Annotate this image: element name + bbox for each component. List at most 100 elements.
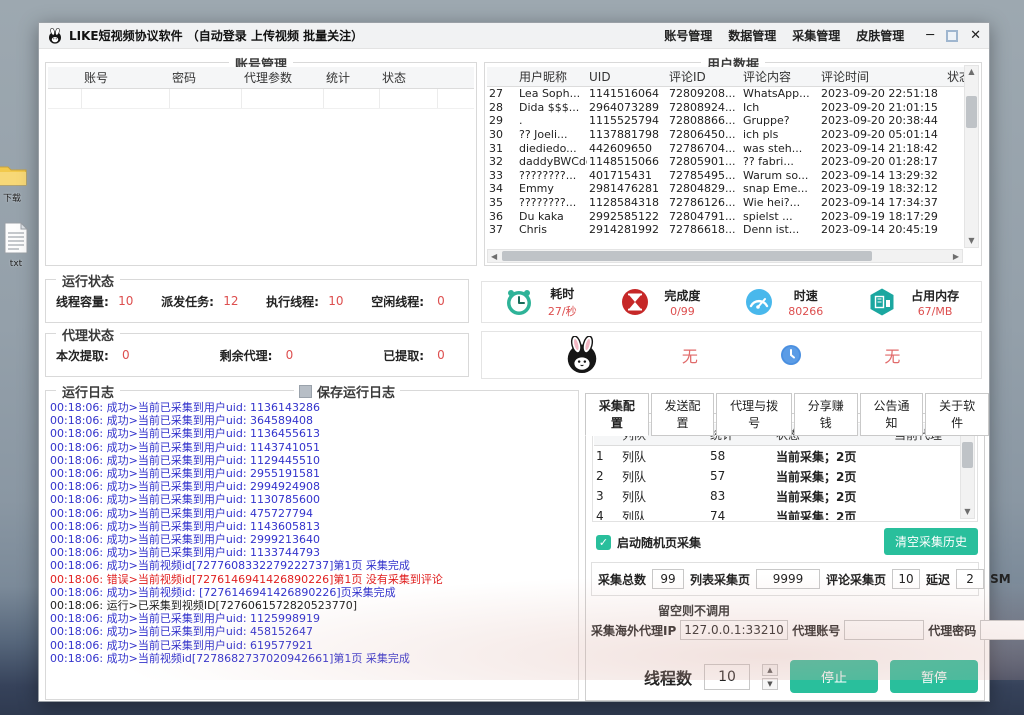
menu-item[interactable]: 采集管理	[792, 27, 840, 44]
scrollbar-thumb[interactable]	[966, 96, 977, 128]
extracted-total-label: 已提取:	[383, 347, 424, 364]
elapsed-stat: 耗时27/秒	[504, 285, 577, 319]
clock-icon	[504, 287, 534, 317]
col-status: 状态	[380, 69, 438, 86]
stop-button[interactable]: 停止	[790, 660, 878, 693]
log-line: 00:18:06: 成功>当前已采集到用户uid: 1136455613	[50, 427, 574, 440]
overseas-proxy-label: 采集海外代理IP	[591, 622, 676, 639]
config-tab[interactable]: 代理与拨号	[716, 393, 792, 436]
table-row[interactable]: 32 daddyBWCdom 1148515066 72805901... ??…	[487, 155, 964, 169]
col-stats: 统计	[324, 69, 380, 86]
speed-label: 时速	[788, 287, 823, 304]
table-row[interactable]: 37 Chris 2914281992 72786618... Denn ist…	[487, 223, 964, 237]
scroll-right-icon[interactable]: ▶	[950, 252, 962, 261]
user-data-panel: 用户数据 用户昵称 UID 评论ID 评论内容 评论时间 状态	[484, 62, 982, 266]
menubar: 账号管理数据管理采集管理皮肤管理	[664, 27, 904, 44]
app-logo-rabbit-icon	[47, 28, 63, 44]
col-account: 账号	[82, 69, 170, 86]
checkbox-checked-icon[interactable]: ✓	[596, 535, 611, 550]
hourglass-icon	[620, 287, 650, 317]
menu-item[interactable]: 账号管理	[664, 27, 712, 44]
config-tab[interactable]: 关于软件	[925, 393, 989, 436]
proxy-none-right: 无	[884, 343, 900, 367]
spin-up-icon[interactable]: ▲	[762, 664, 778, 676]
maximize-button[interactable]	[946, 30, 958, 42]
scroll-down-icon[interactable]: ▼	[968, 235, 974, 247]
proxy-password-label: 代理密码	[928, 622, 976, 639]
table-row[interactable]: 1 列队 58 当前采集；2页	[594, 446, 961, 466]
log-line: 00:18:06: 成功>当前已采集到用户uid: 1143741051	[50, 441, 574, 454]
config-tab[interactable]: 分享赚钱	[794, 393, 858, 436]
table-row[interactable]: 28 Dida $$$... 2964073289 72808924... Ic…	[487, 101, 964, 115]
horizontal-scrollbar[interactable]: ◀ ▶	[487, 249, 963, 263]
thread-capacity-value: 10	[109, 294, 143, 308]
table-row[interactable]: 34 Emmy 2981476281 72804829... snap Eme.…	[487, 182, 964, 196]
log-line: 00:18:06: 成功>当前已采集到用户uid: 1136143286	[50, 401, 574, 414]
text-file-icon	[3, 222, 29, 254]
vertical-scrollbar[interactable]: ▲ ▼	[964, 65, 979, 248]
log-area: 00:18:06: 成功>当前已采集到用户uid: 113614328600:1…	[50, 401, 574, 695]
leave-blank-hint: 留空则不调用	[658, 602, 730, 619]
collect-total-input[interactable]	[652, 569, 684, 589]
queue-table-body: 1 列队 58 当前采集；2页 2 列队 57	[594, 446, 961, 520]
proxy-account-input[interactable]	[844, 620, 924, 640]
overseas-proxy-input[interactable]	[680, 620, 788, 640]
collect-total-label: 采集总数	[598, 571, 646, 588]
thread-capacity-label: 线程容量:	[56, 293, 109, 310]
run-status-title: 运行状态	[56, 271, 120, 290]
table-row[interactable]: 27 Lea Soph... 1141516064 72809208... Wh…	[487, 87, 964, 101]
config-tab[interactable]: 公告通知	[860, 393, 924, 436]
extracted-total-value: 0	[424, 348, 458, 362]
table-row[interactable]: 35 ????????... 1128584318 72786126... Wi…	[487, 196, 964, 210]
save-log-checkbox[interactable]: 保存运行日志	[294, 382, 400, 401]
scroll-up-icon[interactable]: ▲	[968, 66, 974, 78]
log-panel-title: 运行日志	[56, 382, 120, 401]
proxy-account-label: 代理账号	[792, 622, 840, 639]
menu-item[interactable]: 皮肤管理	[856, 27, 904, 44]
idle-threads-label: 空闲线程:	[371, 293, 424, 310]
pause-button[interactable]: 暂停	[890, 660, 978, 693]
table-row[interactable]: 33 ????????... 401715431 72785495... War…	[487, 169, 964, 183]
remaining-proxy-value: 0	[272, 348, 306, 362]
desktop-icon-txt[interactable]: txt	[0, 222, 36, 269]
thread-count-stepper[interactable]: ▲ ▼	[762, 664, 778, 690]
scrollbar-thumb[interactable]	[502, 251, 872, 261]
config-panel: 列队 统计 状态 当前代理 1 列队 58	[585, 413, 985, 701]
config-tab[interactable]: 采集配置	[585, 393, 649, 436]
table-row[interactable]: 4 列队 74 当前采集；2页	[594, 506, 961, 520]
table-row[interactable]: 2 列队 57 当前采集；2页	[594, 466, 961, 486]
desktop-icon-download[interactable]: 下载	[0, 162, 32, 204]
col-proxy-params: 代理参数	[242, 69, 324, 86]
list-pages-input[interactable]	[756, 569, 820, 589]
delay-input[interactable]	[956, 569, 984, 589]
desktop-icon-label: txt	[0, 259, 36, 269]
comment-pages-input[interactable]	[892, 569, 920, 589]
spin-down-icon[interactable]: ▼	[762, 678, 778, 690]
checkbox-unchecked-icon[interactable]	[299, 385, 312, 398]
config-tab[interactable]: 发送配置	[651, 393, 715, 436]
scroll-down-icon[interactable]: ▼	[964, 506, 970, 518]
vertical-scrollbar[interactable]: ▲ ▼	[960, 425, 975, 519]
table-row[interactable]: 36 Du kaka 2992585122 72804791... spiels…	[487, 209, 964, 223]
table-row[interactable]: 3 列队 83 当前采集；2页	[594, 486, 961, 506]
clear-history-button[interactable]: 清空采集历史	[884, 528, 978, 555]
minimize-button[interactable]: ─	[926, 29, 934, 42]
thread-count-input[interactable]	[704, 664, 750, 690]
titlebar[interactable]: LIKE短视频协议软件 （自动登录 上传视频 批量关注） 账号管理数据管理采集管…	[39, 23, 989, 49]
table-row[interactable]: 31 diediedo... 442609650 72786704... was…	[487, 141, 964, 155]
scrollbar-thumb[interactable]	[962, 442, 973, 468]
idle-threads-value: 0	[424, 294, 458, 308]
table-row[interactable]: 30 ?? Joeli... 1137881798 72806450... ic…	[487, 128, 964, 142]
log-line: 00:18:06: 成功>当前已采集到用户uid: 1133744793	[50, 546, 574, 559]
col-comment-time: 评论时间	[819, 68, 945, 85]
account-panel: 账号管理 账号 密码 代理参数 统计 状态	[45, 62, 477, 266]
scroll-left-icon[interactable]: ◀	[488, 252, 500, 261]
random-page-checkbox[interactable]: ✓ 启动随机页采集	[596, 534, 701, 551]
log-line: 00:18:06: 成功>当前已采集到用户uid: 364589408	[50, 414, 574, 427]
menu-item[interactable]: 数据管理	[728, 27, 776, 44]
close-button[interactable]: ✕	[970, 29, 981, 42]
proxy-password-input[interactable]	[980, 620, 1024, 640]
account-table-header: 账号 密码 代理参数 统计 状态	[48, 67, 474, 89]
overseas-proxy-row: 采集海外代理IP 代理账号 代理密码	[591, 620, 981, 640]
table-row[interactable]: 29 . 1115525794 72808866... Gruppe? 2023…	[487, 114, 964, 128]
